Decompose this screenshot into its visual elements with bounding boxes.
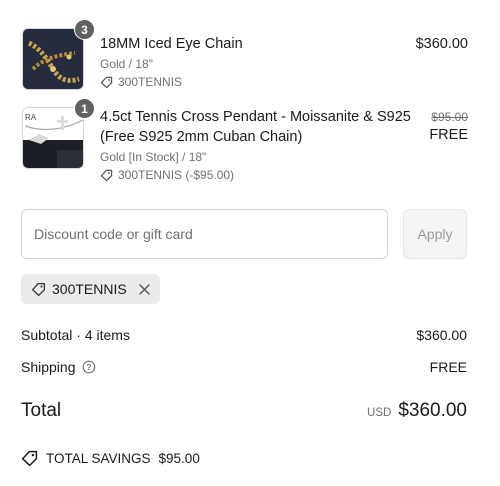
total-label: Total [21,400,62,421]
item-title-line2: (Free S925 2mm Cuban Chain) [100,129,303,145]
line-item: 3 18MM Iced Eye Chain Gold / 18" 300TENN… [22,19,468,92]
shipping-value: FREE [429,359,467,375]
svg-text:?: ? [86,363,91,372]
item-variant: Gold [In Stock] / 18" [100,150,207,164]
item-variant: Gold / 18" [100,57,153,71]
total-savings: TOTAL SAVINGS $95.00 [21,450,200,467]
tag-icon [31,282,46,296]
item-original-price: $95.00 [431,110,468,124]
item-info: 18MM Iced Eye Chain Gold / 18" 300TENNIS [100,34,243,90]
line-item: RA 1 4.5ct Tennis Cross Pendant - Moissa… [22,98,468,187]
shipping-row: Shipping ? FREE [21,359,467,375]
svg-text:RA: RA [25,113,37,122]
pendant-image-icon: RA [23,108,83,168]
total-amount-group: USD $360.00 [367,400,467,422]
currency-code: USD [367,407,392,419]
tag-icon [100,169,113,182]
tag-icon [100,76,113,89]
savings-label: TOTAL SAVINGS [46,451,151,466]
total-value: $360.00 [398,400,467,421]
subtotal-label: Subtotal · 4 items [21,327,130,343]
item-title-line1: 4.5ct Tennis Cross Pendant - Moissanite … [100,109,411,125]
quantity-badge: 3 [74,19,95,40]
item-title: 18MM Iced Eye Chain [100,36,243,52]
item-price: $95.00 FREE [429,109,468,145]
savings-tag-icon [21,450,38,467]
subtotal-row: Subtotal · 4 items $360.00 [21,327,467,343]
chain-image-icon [23,29,83,89]
product-image-pendant: RA [22,107,84,169]
apply-discount-button[interactable]: Apply [403,209,467,259]
item-price: $360.00 [416,34,468,54]
item-discount-code-text: 300TENNIS [118,75,183,89]
item-discount-code-text: 300TENNIS (-$95.00) [118,168,235,182]
item-price-value: $360.00 [415,36,468,52]
shipping-label: Shipping [21,359,76,375]
total-row: Total USD $360.00 [21,400,467,422]
savings-value: $95.00 [158,451,200,466]
remove-discount-button[interactable] [139,283,150,295]
shipping-label-group: Shipping ? [21,359,96,375]
help-icon[interactable]: ? [82,360,96,374]
close-icon [139,283,150,295]
item-price-value: FREE [429,127,468,143]
discount-code-input[interactable] [21,209,388,259]
item-info: 4.5ct Tennis Cross Pendant - Moissanite … [100,107,411,183]
subtotal-value: $360.00 [416,327,467,343]
applied-discount-code: 300TENNIS [52,281,127,297]
applied-discount-chip: 300TENNIS [21,274,160,304]
item-discount-code: 300TENNIS (-$95.00) [100,168,411,183]
product-image-chain [22,28,84,90]
quantity-badge: 1 [74,98,95,119]
item-discount-code: 300TENNIS [100,75,243,90]
